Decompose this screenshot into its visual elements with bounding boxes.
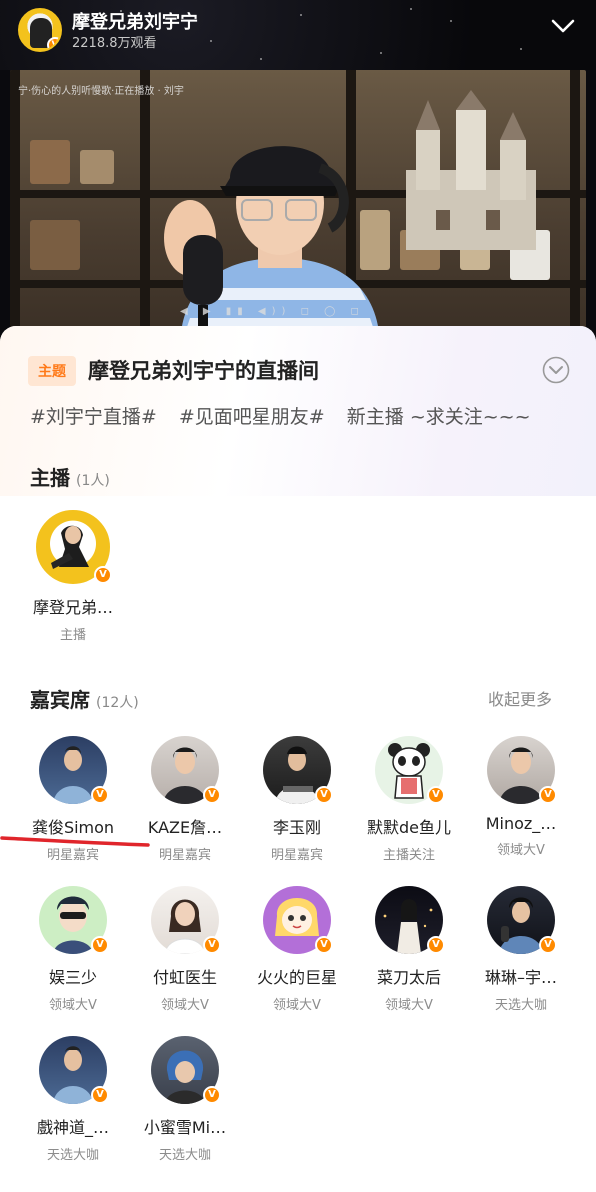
avatar: V (487, 886, 557, 954)
member-role: 领域大V (497, 843, 545, 858)
member-role: 天选大咖 (494, 998, 547, 1013)
host-section-title: 主播 (1人) (30, 466, 110, 490)
collapse-more-button[interactable]: 收起更多 (488, 686, 552, 710)
microphone (183, 235, 223, 335)
red-underline-annotation (0, 836, 150, 847)
member-name: 默默de鱼儿 (366, 818, 451, 837)
room-title: 摩登兄弟刘宇宁的直播间 (88, 359, 319, 383)
top-bar: V 摩登兄弟刘宇宁 2218.8万观看 (0, 0, 596, 70)
castle-decoration (406, 90, 536, 250)
hashtag-list: #刘宇宁直播# #见面吧星朋友# 新主播 ~求关注~~~ (30, 402, 547, 429)
verified-badge-icon: V (94, 566, 112, 584)
member-name: 付虹医生 (152, 968, 217, 987)
stream-host-name: 摩登兄弟刘宇宁 (72, 12, 198, 33)
avatar: V (263, 886, 333, 954)
member-name: 娱三少 (48, 968, 97, 987)
member-role: 领域大V (385, 998, 433, 1013)
avatar: V (36, 510, 112, 584)
member-name: 戲神道_… (36, 1118, 109, 1137)
member-name: Minoz_… (485, 814, 557, 833)
member-role: 领域大V (161, 998, 209, 1013)
live-video-player[interactable]: 宁·伤心的人别听慢歌·正在播放 · 刘宇 ◀ ▶ ▮▮ ◀)) ◻ ◯ ◻ (10, 70, 586, 340)
verified-badge-icon: V (427, 936, 445, 954)
verified-badge-icon: V (539, 936, 557, 954)
avatar: V (151, 1036, 221, 1104)
live-room-screen: V 摩登兄弟刘宇宁 2218.8万观看 宁·伤心的人别听慢歌·正在播放 · 刘宇… (0, 0, 596, 1192)
verified-badge-icon: V (91, 786, 109, 804)
host-member-card[interactable]: V 摩登兄弟… 主播 (14, 510, 132, 643)
verified-badge-icon: V (91, 936, 109, 954)
avatar: V (39, 1036, 109, 1104)
avatar: V (39, 736, 109, 804)
guest-member-card[interactable]: V 琳琳–宇… 天选大咖 (462, 886, 580, 1013)
member-name: 小蜜雪Mi… (143, 1118, 227, 1137)
verified-badge-icon: V (91, 1086, 109, 1104)
player-controls[interactable]: ◀ ▶ ▮▮ ◀)) ◻ ◯ ◻ (180, 306, 365, 317)
avatar: V (263, 736, 333, 804)
guest-member-card[interactable]: V 默默de鱼儿 主播关注 (350, 736, 468, 863)
verified-badge-icon: V (47, 37, 60, 50)
guest-member-card[interactable]: V 小蜜雪Mi… 天选大咖 (126, 1036, 244, 1163)
room-info-panel: 主题 摩登兄弟刘宇宁的直播间 #刘宇宁直播# #见面吧星朋友# 新主播 ~求关注… (0, 326, 596, 1192)
chevron-down-icon[interactable] (550, 16, 576, 36)
new-streamer-note: 新主播 ~求关注~~~ (346, 406, 531, 428)
member-role: 领域大V (273, 998, 321, 1013)
verified-badge-icon: V (203, 936, 221, 954)
member-role: 主播关注 (382, 848, 435, 863)
member-role: 领域大V (49, 998, 97, 1013)
verified-badge-icon: V (315, 936, 333, 954)
guest-member-card[interactable]: V Minoz_… 领域大V (462, 736, 580, 858)
member-role: 天选大咖 (158, 1148, 211, 1163)
member-name: 摩登兄弟… (32, 598, 113, 617)
avatar: V (151, 886, 221, 954)
member-role: 主播 (59, 628, 86, 643)
verified-badge-icon: V (203, 1086, 221, 1104)
guest-member-card[interactable]: V 菜刀太后 领域大V (350, 886, 468, 1013)
member-role: 天选大咖 (46, 1148, 99, 1163)
avatar: V (375, 886, 445, 954)
video-caption: 宁·伤心的人别听慢歌·正在播放 · 刘宇 (18, 86, 184, 97)
verified-badge-icon: V (315, 786, 333, 804)
hashtag[interactable]: #刘宇宁直播# (30, 406, 157, 428)
guest-section-title: 嘉宾席 (12人) (30, 688, 139, 712)
guest-member-card[interactable]: V 火火的巨星 领域大V (238, 886, 356, 1013)
member-name: 菜刀太后 (376, 968, 441, 987)
guest-member-card[interactable]: V 戲神道_… 天选大咖 (14, 1036, 132, 1163)
member-name: 火火的巨星 (256, 968, 337, 987)
member-role: 明星嘉宾 (270, 848, 323, 863)
topic-tag: 主题 (28, 356, 76, 386)
host-avatar-small[interactable]: V (18, 8, 62, 52)
guest-member-card[interactable]: V 付虹医生 领域大V (126, 886, 244, 1013)
verified-badge-icon: V (427, 786, 445, 804)
avatar: V (375, 736, 445, 804)
avatar: V (487, 736, 557, 804)
verified-badge-icon: V (539, 786, 557, 804)
guest-member-card[interactable]: V 李玉刚 明星嘉宾 (238, 736, 356, 863)
member-name: 李玉刚 (272, 818, 321, 837)
verified-badge-icon: V (203, 786, 221, 804)
expand-chevron-icon[interactable] (542, 356, 570, 384)
avatar: V (151, 736, 221, 804)
avatar: V (39, 886, 109, 954)
guest-member-card[interactable]: V 娱三少 领域大V (14, 886, 132, 1013)
member-name: 琳琳–宇… (484, 968, 557, 987)
view-count: 2218.8万观看 (72, 36, 157, 51)
hashtag[interactable]: #见面吧星朋友# (179, 406, 325, 428)
